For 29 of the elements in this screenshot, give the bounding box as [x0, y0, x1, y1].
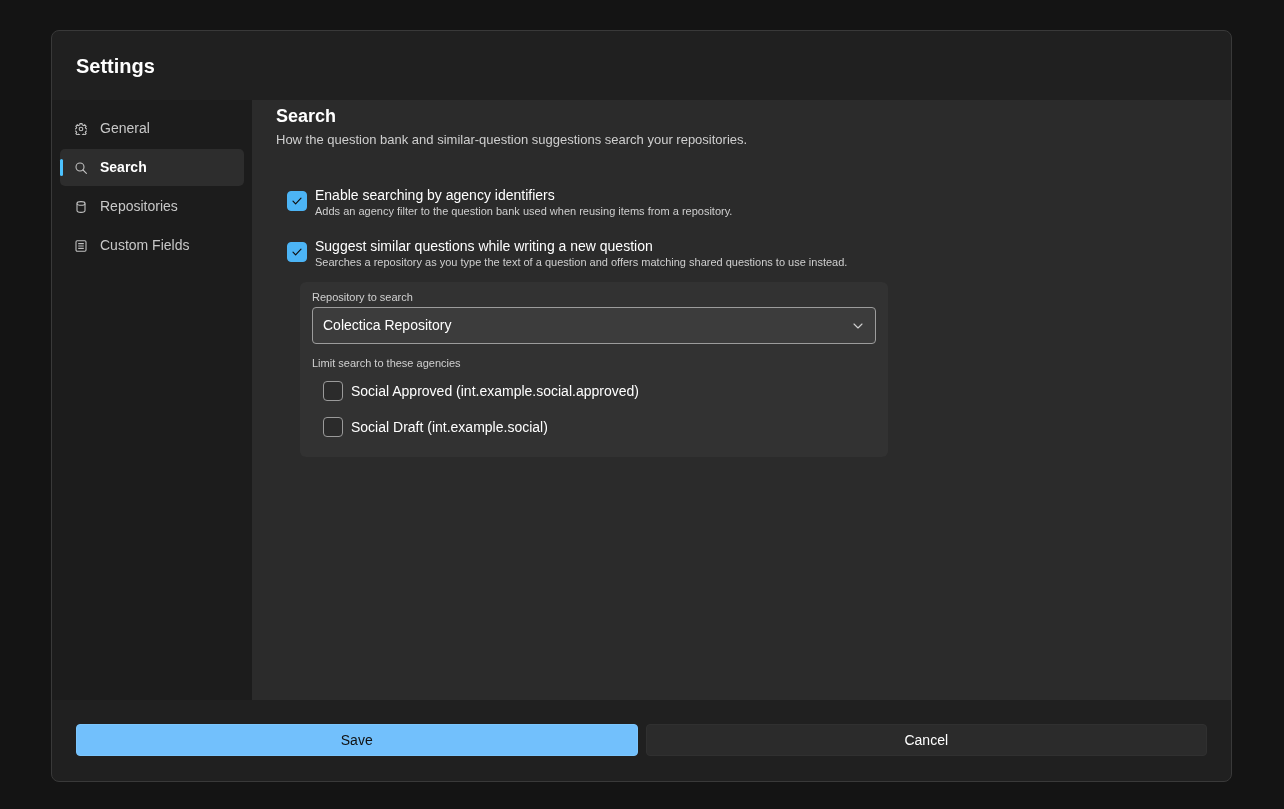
sidebar-item[interactable]: Repositories	[60, 188, 244, 225]
list-icon	[75, 239, 87, 252]
save-button[interactable]: Save	[76, 724, 638, 756]
option-description: Searches a repository as you type the text of a question and offers matching shared questions to use instead.	[315, 255, 848, 269]
field-label: Repository to search	[312, 290, 414, 304]
search-icon	[75, 161, 87, 174]
chevron-down-icon	[853, 322, 863, 329]
repository-select[interactable]: Colectica Repository	[312, 307, 876, 344]
agency-checkbox[interactable]	[323, 381, 343, 401]
sidebar-item[interactable]: Search	[60, 149, 244, 186]
option-label: Suggest similar questions while writing a new question	[315, 237, 654, 255]
gear-icon	[75, 122, 87, 135]
sidebar-item[interactable]: General	[60, 110, 244, 147]
check-icon	[292, 197, 302, 205]
agency-checkbox[interactable]	[323, 417, 343, 437]
dialog-title: Settings	[76, 53, 155, 78]
option-description: Adds an agency filter to the question bank used when reusing items from a repository.	[315, 204, 733, 218]
section-description: How the question bank and similar-question suggestions search your repositories.	[276, 131, 749, 149]
option-label: Enable searching by agency identifiers	[315, 186, 556, 204]
option-checkbox[interactable]	[287, 191, 307, 211]
sidebar-item[interactable]: Custom Fields	[60, 227, 244, 264]
database-icon	[75, 200, 87, 213]
section-title: Search	[276, 105, 338, 128]
agency-label: Social Draft (int.example.social)	[351, 418, 548, 437]
option-checkbox[interactable]	[287, 242, 307, 262]
check-icon	[292, 248, 302, 256]
agency-label: Social Approved (int.example.social.approved)	[351, 382, 639, 401]
cancel-button[interactable]: Cancel	[645, 724, 1207, 756]
field-label: Limit search to these agencies	[312, 356, 462, 370]
